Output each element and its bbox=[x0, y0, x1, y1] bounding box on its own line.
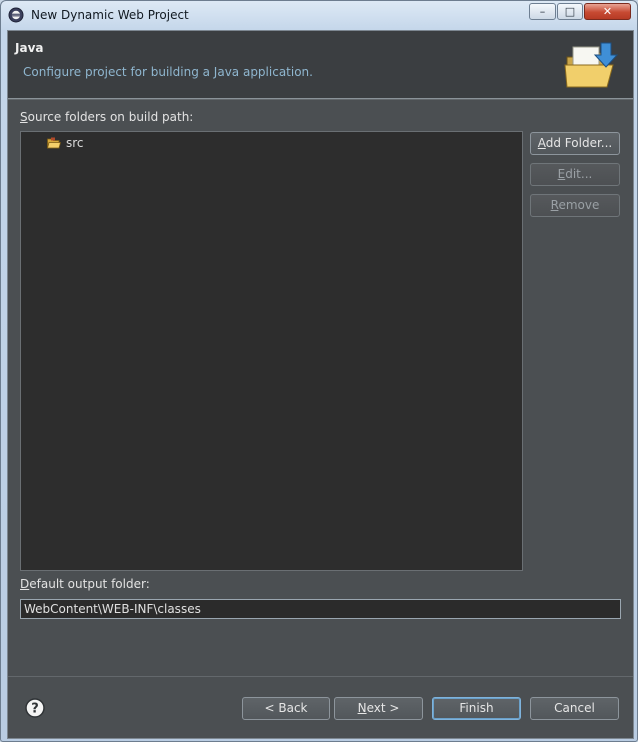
tree-item-src[interactable]: src bbox=[47, 135, 84, 151]
back-button[interactable]: < Back bbox=[242, 697, 330, 720]
folder-wizard-icon bbox=[564, 42, 619, 88]
eclipse-app-icon bbox=[8, 7, 24, 23]
close-button[interactable]: ✕ bbox=[584, 3, 631, 20]
maximize-button[interactable]: □ bbox=[557, 3, 583, 20]
footer-separator bbox=[8, 676, 633, 677]
source-folders-label: Source folders on build path: bbox=[20, 110, 194, 124]
source-folders-tree[interactable]: src bbox=[20, 131, 523, 571]
title-bar[interactable]: New Dynamic Web Project – □ ✕ bbox=[1, 1, 637, 29]
output-folder-label: Default output folder: bbox=[20, 577, 150, 591]
output-folder-input[interactable]: WebContent\WEB-INF\classes bbox=[20, 599, 621, 619]
window-title: New Dynamic Web Project bbox=[31, 8, 189, 22]
edit-button[interactable]: Edit... bbox=[530, 163, 620, 186]
source-folder-icon bbox=[47, 137, 61, 149]
page-description: Configure project for building a Java ap… bbox=[23, 65, 313, 79]
next-button[interactable]: Next > bbox=[334, 697, 423, 720]
minimize-button[interactable]: – bbox=[529, 3, 556, 20]
add-folder-button[interactable]: Add Folder... bbox=[530, 132, 620, 155]
help-icon[interactable]: ? bbox=[25, 698, 45, 718]
remove-button[interactable]: Remove bbox=[530, 194, 620, 217]
header-separator bbox=[8, 99, 633, 100]
page-title: Java bbox=[15, 41, 44, 55]
dialog-window: New Dynamic Web Project – □ ✕ Java Confi… bbox=[0, 0, 638, 742]
finish-button[interactable]: Finish bbox=[432, 697, 521, 720]
tree-item-label: src bbox=[66, 136, 84, 150]
dialog-client-area: Java Configure project for building a Ja… bbox=[7, 30, 634, 739]
wizard-header: Java Configure project for building a Ja… bbox=[8, 31, 633, 99]
svg-text:?: ? bbox=[31, 702, 39, 717]
cancel-button[interactable]: Cancel bbox=[530, 697, 619, 720]
